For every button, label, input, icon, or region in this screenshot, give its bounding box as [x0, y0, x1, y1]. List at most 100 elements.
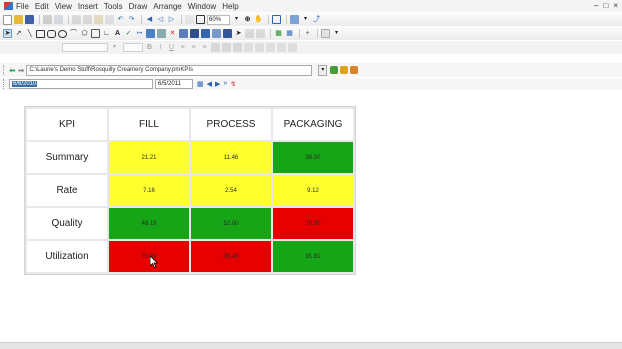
kpi-cell[interactable]: 7.16 — [109, 175, 189, 206]
line-color-icon[interactable] — [211, 43, 220, 52]
first-page-icon[interactable]: ◀ — [145, 15, 154, 24]
undo-icon[interactable]: ↶ — [116, 15, 125, 24]
database-icon[interactable] — [290, 15, 299, 24]
font-combo[interactable] — [62, 43, 108, 52]
kpi-cell[interactable]: 70.59 — [109, 241, 189, 272]
time-back-icon[interactable]: ◀ — [207, 80, 212, 88]
kpi-cell[interactable]: 38.50 — [273, 142, 353, 173]
format-painter-icon[interactable] — [105, 15, 114, 24]
zoom-dropdown-icon[interactable]: ▾ — [232, 15, 241, 24]
menu-help[interactable]: Help — [222, 2, 238, 11]
back-page-icon[interactable]: ◁ — [156, 15, 165, 24]
kpi-cell[interactable]: 11.46 — [191, 142, 271, 173]
text-color-icon[interactable] — [233, 43, 242, 52]
time-play-icon[interactable]: ▶ — [215, 80, 220, 88]
display-icon[interactable] — [272, 15, 281, 24]
line-weight-icon[interactable] — [255, 43, 264, 52]
address-input[interactable]: C:\Laurie's Demo Stuff\Rosquilly Creamer… — [26, 64, 313, 76]
menu-draw[interactable]: Draw — [129, 2, 148, 11]
restore-icon[interactable]: □ — [603, 1, 608, 10]
menu-window[interactable]: Window — [188, 2, 216, 11]
minimize-icon[interactable]: – — [594, 1, 598, 10]
layer-icon[interactable] — [212, 29, 221, 38]
polyline-icon[interactable]: ∟ — [102, 29, 111, 38]
trend-icon[interactable]: ✓ — [124, 29, 133, 38]
underline-icon[interactable]: U — [167, 43, 176, 52]
value-icon[interactable]: ↦ — [135, 29, 144, 38]
edit-pointer-icon[interactable]: ↗ — [14, 29, 23, 38]
dropdown-arrow-icon[interactable]: ▾ — [301, 15, 310, 24]
preview-icon[interactable] — [54, 15, 63, 24]
next-page-icon[interactable]: ▷ — [167, 15, 176, 24]
group-icon[interactable] — [256, 29, 265, 38]
zoom-combo[interactable]: 60% — [207, 14, 230, 25]
help-pointer-icon[interactable]: ⤴ — [312, 15, 321, 24]
grid-icon[interactable] — [185, 15, 194, 24]
redo-icon[interactable]: ↷ — [127, 15, 136, 24]
time-apply-icon[interactable]: ↯ — [230, 80, 236, 88]
fill-grid-icon[interactable]: ▦ — [274, 29, 283, 38]
kpi-cell[interactable]: 48.19 — [109, 208, 189, 239]
italic-icon[interactable]: I — [156, 43, 165, 52]
kpi-cell[interactable]: 21.21 — [109, 142, 189, 173]
back-icon[interactable]: ⬅ — [9, 66, 16, 75]
copy-icon[interactable] — [83, 15, 92, 24]
chart-object-icon[interactable] — [223, 29, 232, 38]
toolbar-grip[interactable] — [3, 65, 6, 75]
rounded-rect-icon[interactable] — [47, 29, 56, 38]
fill-color-icon[interactable] — [222, 43, 231, 52]
time-forward-icon[interactable]: » — [223, 80, 227, 88]
align-right-icon[interactable]: ≡ — [200, 43, 209, 52]
script-dropdown-icon[interactable]: ▾ — [332, 29, 341, 38]
hand-icon[interactable]: ✋ — [254, 15, 263, 24]
favorites-icon[interactable] — [340, 66, 349, 74]
menu-insert[interactable]: Insert — [78, 2, 98, 11]
probe-icon[interactable]: ➤ — [234, 29, 243, 38]
font-dropdown-icon[interactable]: ▾ — [110, 43, 119, 52]
new-icon[interactable] — [3, 14, 12, 25]
bring-front-icon[interactable] — [277, 43, 286, 52]
line-style-icon[interactable] — [244, 43, 253, 52]
zoom-rect-icon[interactable]: ▦ — [285, 29, 294, 38]
polygon-icon[interactable]: ⬠ — [80, 29, 89, 38]
forward-icon[interactable]: ➡ — [18, 66, 25, 75]
paste-icon[interactable] — [94, 15, 103, 24]
symbol-icon[interactable] — [157, 29, 166, 38]
kpi-cell[interactable]: 2.54 — [191, 175, 271, 206]
menu-arrange[interactable]: Arrange — [153, 2, 181, 11]
align-left-icon[interactable]: ≡ — [178, 43, 187, 52]
align-center-icon[interactable]: ≡ — [189, 43, 198, 52]
close-icon[interactable]: × — [613, 1, 618, 10]
plus-icon[interactable]: + — [303, 29, 312, 38]
menu-view[interactable]: View — [55, 2, 72, 11]
address-dropdown-icon[interactable]: ▾ — [318, 64, 328, 76]
end-time-field[interactable]: 6/5/2011 — [155, 79, 193, 89]
bold-icon[interactable]: B — [145, 43, 154, 52]
zoom-icon[interactable]: ⊕ — [243, 15, 252, 24]
toolbar-grip-2[interactable] — [3, 79, 6, 89]
start-time-field[interactable]: 6/6/2010 — [9, 79, 153, 89]
bar-chart-icon[interactable] — [146, 29, 155, 38]
menu-edit[interactable]: Edit — [35, 2, 49, 11]
print-icon[interactable] — [43, 15, 52, 24]
menu-file[interactable]: File — [16, 2, 29, 11]
ellipse-icon[interactable] — [58, 29, 67, 38]
app-icon[interactable] — [4, 2, 13, 10]
cut-icon[interactable] — [72, 15, 81, 24]
home-icon[interactable] — [350, 66, 359, 74]
text-icon[interactable]: A — [113, 29, 122, 38]
kpi-cell[interactable]: 36.43 — [191, 241, 271, 272]
arc-icon[interactable]: ⌒ — [69, 29, 78, 38]
align-icon[interactable] — [245, 29, 254, 38]
script-icon[interactable] — [321, 29, 330, 38]
picture-icon[interactable] — [201, 29, 210, 38]
shadow-icon[interactable] — [266, 43, 275, 52]
kpi-cell[interactable]: 9.12 — [273, 175, 353, 206]
font-size-combo[interactable] — [123, 43, 143, 52]
pointer-icon[interactable]: ➤ — [3, 29, 12, 38]
rectangle-icon[interactable] — [36, 29, 45, 38]
send-back-icon[interactable] — [288, 43, 297, 52]
kpi-cell[interactable]: 52.00 — [191, 208, 271, 239]
save-icon[interactable] — [25, 15, 34, 24]
refresh-icon[interactable] — [330, 66, 339, 74]
